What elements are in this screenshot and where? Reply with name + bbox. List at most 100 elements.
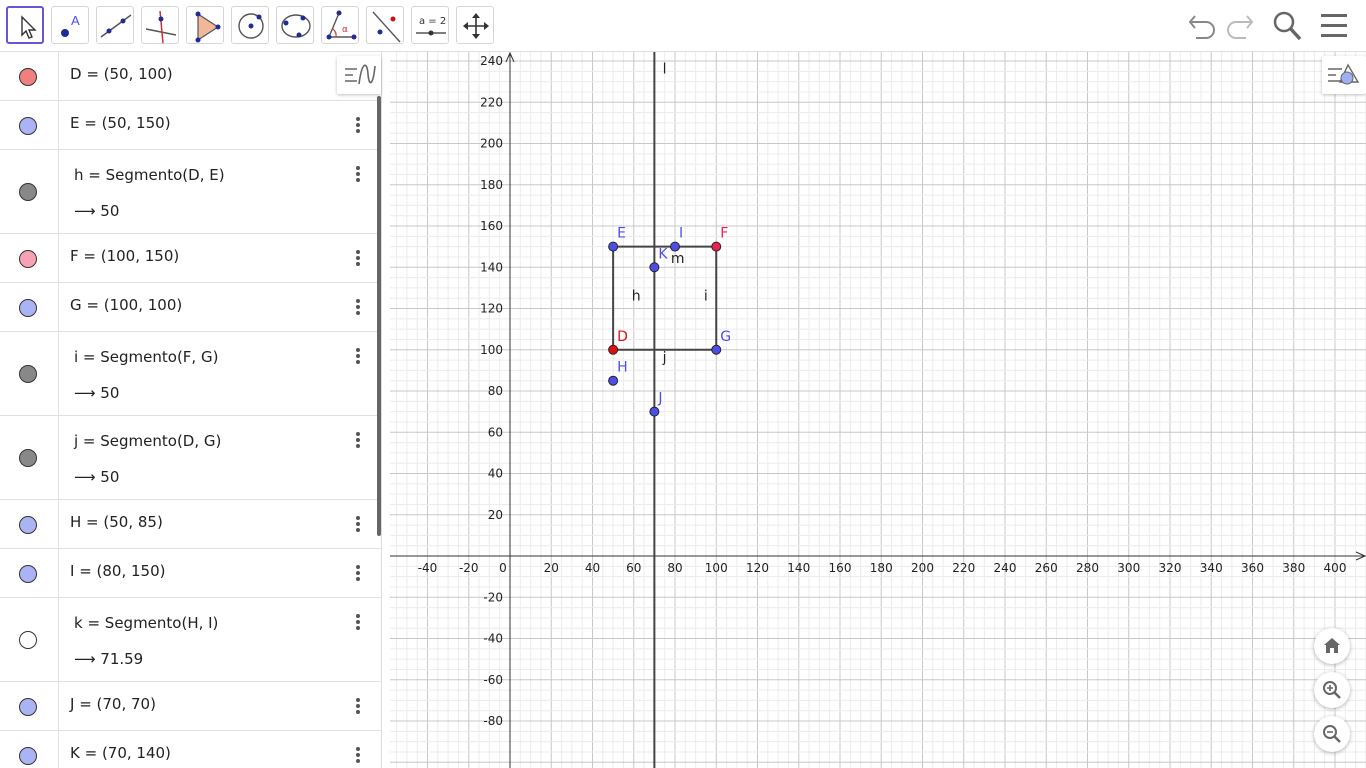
point-D[interactable] [608,344,619,355]
visibility-toggle[interactable] [19,365,37,383]
algebra-row[interactable]: K = (70, 140) [0,731,381,768]
algebra-scrollbar[interactable] [377,96,381,536]
x-tick-label: 320 [1159,561,1182,575]
x-tick-label: 280 [1076,561,1099,575]
algebra-row[interactable]: E = (50, 150) [0,101,381,150]
y-tick-label: 60 [488,425,503,439]
more-options-icon[interactable] [352,164,364,184]
point-K[interactable] [649,262,660,273]
point-F[interactable] [711,241,722,252]
visibility-toggle[interactable] [19,449,37,467]
line-icon [100,14,132,38]
algebra-definition[interactable]: F = (100, 150) [70,247,179,265]
graphics-view[interactable]: -40 -20 0 20 40 60 80 100 120 140 160 180 200 220 240 2… [390,52,1366,768]
zoom-out-button[interactable] [1314,716,1350,752]
point-label-D: D [617,329,628,345]
more-options-icon[interactable] [352,248,364,268]
more-options-icon[interactable] [352,430,364,450]
y-tick-label: 200 [480,137,503,151]
point-H[interactable] [608,375,619,386]
visibility-toggle[interactable] [19,697,37,716]
marble-column [0,283,59,331]
slider-tool-button[interactable]: a = 2 [411,6,449,44]
undo-icon[interactable] [1186,8,1218,44]
move-graphics-view-tool-button[interactable] [456,6,494,44]
more-options-icon[interactable] [352,346,364,366]
zoom-in-icon [1323,681,1341,699]
visibility-toggle[interactable] [19,67,37,86]
home-view-button[interactable] [1314,628,1350,664]
point-G[interactable] [711,344,722,355]
visibility-toggle[interactable] [19,249,37,268]
algebra-definition[interactable]: K = (70, 140) [70,744,171,762]
x-tick-label: 0 [499,561,507,575]
more-options-icon[interactable] [352,297,364,317]
visibility-toggle[interactable] [19,564,37,583]
circle-three-points-tool-button[interactable] [276,6,314,44]
visibility-toggle[interactable] [19,515,37,534]
visibility-toggle[interactable] [19,183,37,201]
algebra-row[interactable]: H = (50, 85) [0,500,381,549]
algebra-row[interactable]: D = (50, 100) [0,52,381,101]
point-tool-button[interactable]: A [51,6,89,44]
algebra-row[interactable]: i = Segmento(F, G) ⟶ 50 [0,332,381,416]
x-tick-label: 300 [1117,561,1140,575]
algebra-row[interactable]: I = (80, 150) [0,549,381,598]
visibility-toggle[interactable] [19,746,37,765]
algebra-row[interactable]: J = (70, 70) [0,682,381,731]
algebra-row[interactable]: h = Segmento(D, E) ⟶ 50 [0,150,381,234]
algebra-definition[interactable]: k = Segmento(H, I) [74,614,218,632]
visibility-toggle[interactable] [19,631,37,649]
circle-tool-button[interactable] [231,6,269,44]
point-I[interactable] [670,241,680,252]
algebra-definition[interactable]: i = Segmento(F, G) [74,348,218,366]
algebra-definition[interactable]: I = (80, 150) [70,562,166,580]
algebra-row[interactable]: k = Segmento(H, I) ⟶ 71.59 [0,598,381,682]
algebra-row[interactable]: j = Segmento(D, G) ⟶ 50 [0,416,381,500]
line-tool-button[interactable] [96,6,134,44]
x-tick-label: 160 [829,561,852,575]
more-options-icon[interactable] [352,612,364,632]
cursor-arrow-icon [21,15,37,39]
x-tick-label: 360 [1241,561,1264,575]
redo-icon[interactable] [1224,8,1256,44]
algebra-style-button[interactable] [337,56,381,94]
perpendicular-line-tool-button[interactable] [141,6,179,44]
zoom-in-button[interactable] [1314,672,1350,708]
algebra-row[interactable]: G = (100, 100) [0,283,381,332]
algebra-definition[interactable]: H = (50, 85) [70,513,163,531]
angle-tool-button[interactable]: α [321,6,359,44]
more-options-icon[interactable] [352,696,364,716]
visibility-toggle[interactable] [19,298,37,317]
more-options-icon[interactable] [352,563,364,583]
point-E[interactable] [608,241,619,252]
algebra-definition[interactable]: D = (50, 100) [70,65,173,83]
more-options-icon[interactable] [352,115,364,135]
algebra-definition[interactable]: J = (70, 70) [70,695,156,713]
reflect-tool-button[interactable] [366,6,404,44]
more-options-icon[interactable] [352,745,364,765]
search-icon[interactable] [1270,8,1304,44]
y-tick-label: 120 [480,302,503,316]
y-tick-label: 100 [480,343,503,357]
marble-column [0,500,59,548]
svg-text:A: A [71,13,80,28]
move-tool-button[interactable] [6,6,44,44]
algebra-row[interactable]: F = (100, 150) [0,234,381,283]
algebra-definition[interactable]: G = (100, 100) [70,296,182,314]
algebra-definition[interactable]: E = (50, 150) [70,114,171,132]
visibility-toggle[interactable] [19,116,37,135]
more-options-icon[interactable] [352,514,364,534]
graphics-style-button[interactable] [1322,56,1366,94]
x-tick-label: 80 [667,561,682,575]
x-tick-label: 100 [705,561,728,575]
algebra-definition[interactable]: j = Segmento(D, G) [74,432,221,450]
polygon-tool-button[interactable] [186,6,224,44]
algebra-view: D = (50, 100) E = (50, 150) h = Segmento(D… [0,52,382,768]
y-tick-label: -80 [483,714,503,728]
point-label-K: K [658,246,668,262]
main-menu-icon[interactable] [1318,8,1350,44]
perpendicular-icon [145,10,177,44]
point-J[interactable] [649,406,660,417]
algebra-definition[interactable]: h = Segmento(D, E) [74,166,225,184]
